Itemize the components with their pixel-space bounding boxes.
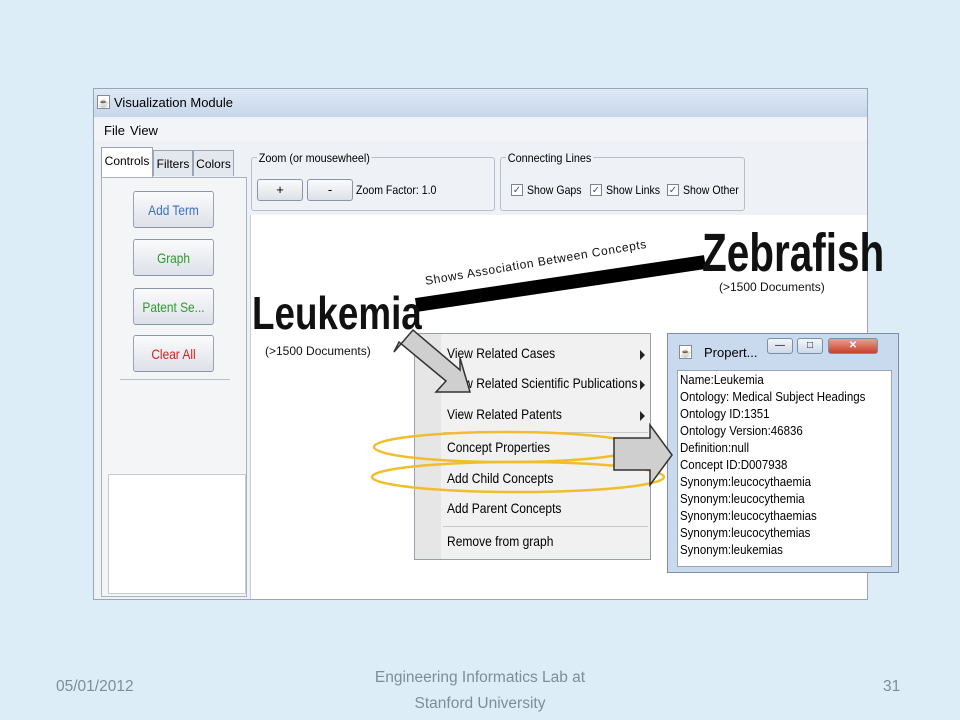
footer-org-line1: Engineering Informatics Lab at bbox=[374, 669, 586, 686]
arrow-icon bbox=[393, 328, 472, 393]
footer-date: 05/01/2012 bbox=[56, 678, 134, 695]
footer-org-line2: Stanford University bbox=[414, 695, 546, 712]
footer-org: Engineering Informatics Lab at Stanford … bbox=[330, 665, 630, 717]
highlight-ellipse bbox=[372, 430, 640, 464]
footer-page-number: 31 bbox=[883, 678, 901, 695]
annotation-overlay bbox=[370, 328, 673, 494]
